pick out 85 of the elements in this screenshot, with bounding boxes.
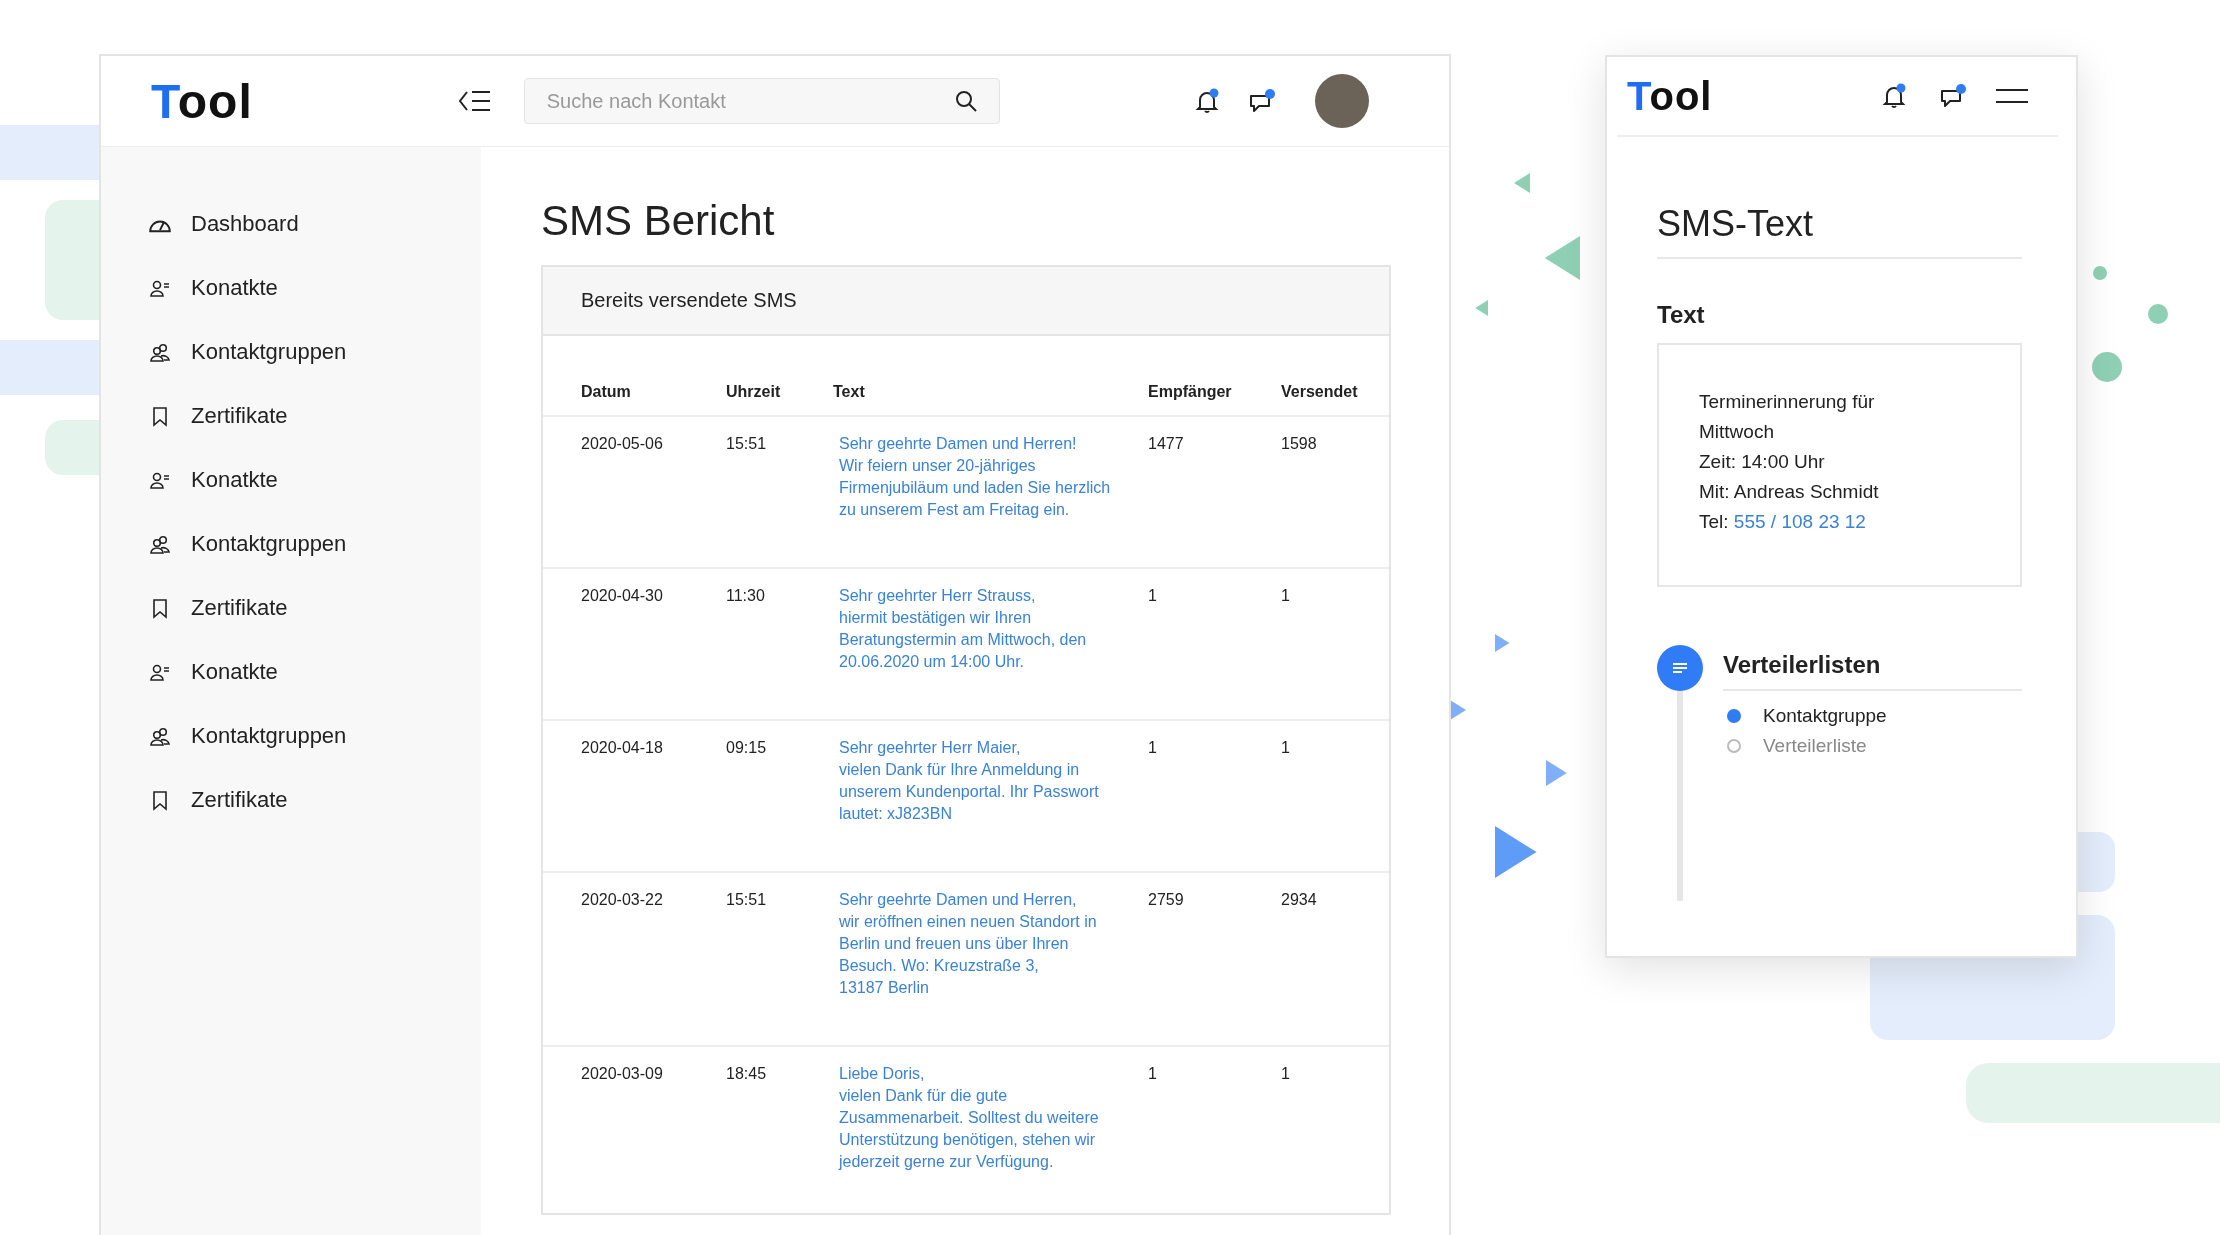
notification-bell-icon[interactable] — [1880, 82, 1908, 110]
sidebar-label: Kontaktgruppen — [191, 339, 347, 365]
sidebar-item[interactable]: Zertifikate — [149, 403, 481, 429]
message-cell-text: Liebe Doris, vielen Dank für die gute Zusammenarbeit. Solltest du weitere Unterstützung benötigen, stehen wir jederzeit gerne zur Verfügung. — [837, 1064, 1100, 1172]
sidebar-item[interactable]: Zertifikate — [149, 787, 481, 813]
time-cell: 15:51 — [726, 417, 833, 569]
notification-bell-icon[interactable] — [1193, 87, 1221, 115]
search-field[interactable]: Suche nach Kontakt — [523, 78, 1000, 124]
sidebar-label: Konatkte — [191, 467, 278, 493]
message-cell: Sehr geehrter Herr Maier, vielen Dank für Ihre Anmeldung in unserem Kundenportal. Ihr Passwort lautet: xJ823BN — [833, 721, 1148, 873]
menu-collapse-icon — [457, 89, 492, 113]
sidebar-item[interactable]: Kontaktgruppen — [149, 339, 481, 365]
time-cell: 09:15 — [726, 721, 833, 873]
date-cell: 2020-05-06 — [543, 417, 726, 569]
dot-shape — [2092, 352, 2122, 382]
sidebar-label: Zertifikate — [191, 787, 288, 813]
recipients-cell: 1477 — [1148, 417, 1281, 569]
sent-cell: 1 — [1281, 721, 1389, 873]
sidebar-label: Kontaktgruppen — [191, 723, 347, 749]
sent-cell: 2934 — [1281, 873, 1389, 1047]
sidebar-item[interactable]: Konatkte — [149, 275, 481, 301]
time-cell-text: 18:45 — [726, 1064, 768, 1084]
avatar[interactable] — [1315, 74, 1369, 128]
sidebar-item[interactable]: Zertifikate — [149, 595, 481, 621]
recipients-cell: 1 — [1148, 721, 1281, 873]
recipients-cell: 2759 — [1148, 873, 1281, 1047]
menu-button[interactable] — [1996, 88, 2028, 104]
logo: Tool — [1627, 73, 1713, 119]
group-icon — [149, 725, 171, 747]
section-title: Verteilerlisten — [1723, 645, 2022, 691]
triangle-shape — [1495, 634, 1510, 652]
sidebar-label: Zertifikate — [191, 595, 288, 621]
group-icon — [149, 341, 171, 363]
sidebar-label: Kontaktgruppen — [191, 531, 347, 557]
sidebar-item[interactable]: Dashboard — [149, 211, 481, 237]
triangle-shape — [1544, 236, 1580, 280]
radio-option[interactable]: Verteilerliste — [1727, 735, 2022, 757]
chat-icon[interactable] — [1247, 87, 1277, 115]
collapse-menu-button[interactable] — [457, 89, 492, 113]
triangle-shape — [1475, 300, 1488, 316]
date-cell: 2020-04-30 — [543, 569, 726, 721]
list-icon — [1673, 662, 1687, 674]
card-title: Bereits versendete SMS — [543, 267, 1389, 336]
message-cell: Sehr geehrte Damen und Herren, wir eröffnen einen neuen Standort in Berlin und freuen uns über Ihren Besuch. Wo: Kreuzstraße 3, 13187 Berlin — [833, 873, 1148, 1047]
time-cell: 11:30 — [726, 569, 833, 721]
logo: Tool — [151, 73, 253, 129]
date-cell: 2020-03-22 — [543, 873, 726, 1047]
sent-cell: 1 — [1281, 569, 1389, 721]
text-label: Text — [1657, 301, 1706, 329]
sidebar-label: Konatkte — [191, 659, 278, 685]
column-header: Empfänger — [1148, 336, 1281, 417]
sidebar-item[interactable]: Konatkte — [149, 467, 481, 493]
column-header: Text — [833, 336, 1148, 417]
radio-option[interactable]: Kontaktgruppe — [1727, 705, 2022, 727]
group-icon — [149, 533, 171, 555]
message-cell: Sehr geehrter Herr Strauss, hiermit bestätigen wir Ihren Beratungstermin am Mittwoch, den 20.06.2020 um 14:00 Uhr. — [833, 569, 1148, 721]
dot-shape — [2093, 266, 2107, 280]
dot-shape — [2148, 304, 2168, 324]
sent-cell: 1598 — [1281, 417, 1389, 569]
sidebar-label: Dashboard — [191, 211, 299, 237]
recipients-cell: 1 — [1148, 569, 1281, 721]
phone-link[interactable]: 555 / 108 23 12 — [1733, 511, 1866, 532]
column-header: Versendet — [1281, 336, 1389, 417]
sidebar-label: Konatkte — [191, 275, 278, 301]
triangle-shape — [1546, 760, 1567, 786]
sidebar-label: Zertifikate — [191, 403, 288, 429]
panel-title: SMS-Text — [1657, 203, 2022, 259]
date-cell: 2020-04-18 — [543, 721, 726, 873]
recipients-cell-text: 1 — [1148, 1064, 1158, 1084]
triangle-shape — [1514, 173, 1530, 193]
date-cell-text: 2020-03-09 — [580, 1064, 664, 1084]
page-title: SMS Bericht — [541, 197, 776, 245]
sidebar-item[interactable]: Kontaktgruppen — [149, 723, 481, 749]
sidebar-item[interactable]: Konatkte — [149, 659, 481, 685]
chat-icon[interactable] — [1938, 82, 1968, 110]
time-cell: 15:51 — [726, 873, 833, 1047]
message-text: Terminerinnerung für Mittwoch Zeit: 14:00 Uhr Mit: Andreas Schmidt Tel: 555 / 108 23 12 — [1657, 343, 2022, 587]
sidebar-item[interactable]: Kontaktgruppen — [149, 531, 481, 557]
search-icon — [953, 89, 978, 113]
column-header: Datum — [543, 336, 726, 417]
menu-icon — [1996, 88, 2028, 104]
column-header: Uhrzeit — [726, 336, 833, 417]
sent-cell-text: 1 — [1281, 1064, 1291, 1084]
message-cell: Sehr geehrte Damen und Herren! Wir feiern unser 20-jähriges Firmenjubiläum und laden Sie herzlich zu unserem Fest am Freitag ein. — [833, 417, 1148, 569]
triangle-shape — [1495, 826, 1537, 878]
